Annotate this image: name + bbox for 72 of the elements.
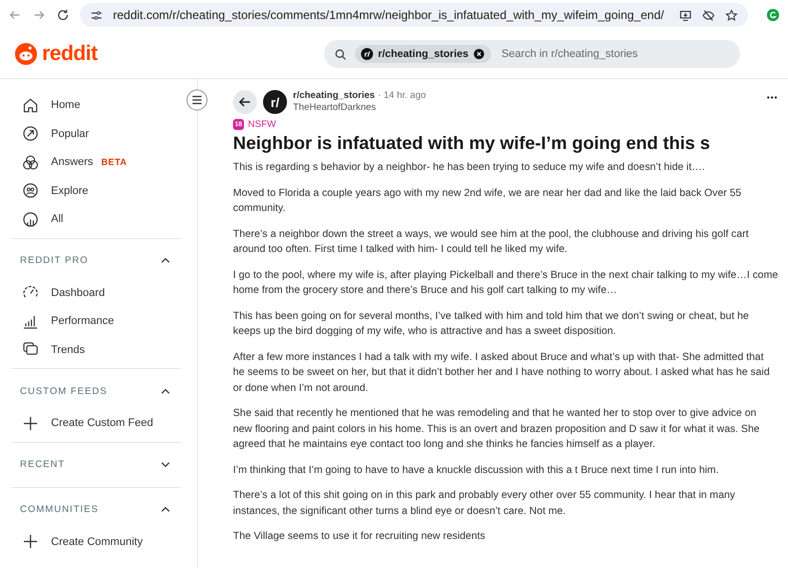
sidebar-item[interactable]: Answers BETA [12, 148, 181, 176]
reload-icon[interactable] [56, 8, 70, 22]
subreddit-name[interactable]: r/cheating_stories [293, 90, 375, 101]
sidebar-item[interactable]: Popular [12, 120, 181, 148]
item-label: Create Community [51, 536, 143, 548]
section-header[interactable]: RECENT [12, 446, 181, 482]
item-label: Trends [51, 344, 85, 356]
subreddit-avatar-icon [361, 48, 373, 60]
post-paragraph: Moved to Florida a couple years ago with my new 2nd wife, we are near her dad and like the laid back Over 55 community. [233, 186, 742, 216]
post-paragraph: This has been going on for several months, I’ve talked with him and told him that we don’t swing or cheat, but he keeps up the bird dogging of my wife, who is attractive and has a sweet disposition. [233, 310, 750, 339]
post-paragraph: She said that recently he mentioned that he was remodeling and that he wanted her to stop over to give advice on new flooring and paint colors in his home. This is an overt and brazen proposition and D saw it for what it was. She agreed that he maintains eye contact too long and she thinks he fancies himself as a player. [233, 407, 761, 452]
post-paragraph: After a few more instances I had a talk with my wife. I asked about Bruce and what’s up with that- She admitted that he seems to be sweet on her, but that it didn’t bother her and I have nothing to worry about. I asked what has he said or done when I’m not around. [233, 350, 771, 396]
beta-label: BETA [101, 157, 128, 168]
address-bar[interactable]: reddit.com/r/cheating_stories/comments/1mn4mrw/neighbor_is_infatuated_with_my_wifeim_going_end/ [80, 3, 748, 27]
section-header[interactable]: REDDIT PRO [12, 242, 181, 278]
item-label: Dashboard [51, 286, 105, 299]
snoo-logo-icon[interactable] [14, 42, 38, 66]
sidebar-item[interactable]: Trends [12, 336, 181, 364]
chevron-down-icon[interactable] [160, 459, 171, 470]
subreddit-chip[interactable]: r/cheating_stories [355, 45, 492, 63]
section-title: RECENT [20, 459, 66, 470]
post-age: · 14 hr. ago [378, 90, 426, 101]
item-label: Answers [51, 156, 94, 168]
plus-icon [22, 533, 39, 550]
sidebar-item[interactable]: Create Community [12, 528, 181, 556]
item-label: Create Custom Feed [51, 417, 154, 430]
section-title: REDDIT PRO [20, 255, 88, 266]
explore-icon [22, 182, 39, 200]
section-title: COMMUNITIES [20, 504, 99, 515]
close-icon[interactable] [473, 48, 486, 60]
menu-icon[interactable] [186, 89, 208, 111]
search-icon [334, 48, 347, 60]
answers-icon [22, 154, 39, 171]
sidebar-item[interactable]: Home [12, 91, 181, 120]
forward-icon[interactable] [32, 8, 46, 22]
post-paragraph: This is regarding s behavior by a neighbor- he has been trying to seduce my wife and doesn’t hide it…. [233, 161, 706, 175]
post-paragraph: I go to the pool, where my wife is, after playing Pickelball and there’s Bruce in the next chair talking to my wife…I come home from the grocery store and there’s Bruce and his golf cart talking to my wife… [233, 268, 778, 298]
extension-icon[interactable] [766, 8, 780, 22]
sidebar-item[interactable]: All [12, 205, 181, 234]
install-icon[interactable] [679, 8, 692, 22]
subreddit-avatar[interactable]: r/ [263, 90, 287, 114]
item-label: Popular [51, 128, 89, 140]
item-label: Home [51, 99, 80, 112]
chip-label: r/cheating_stories [378, 48, 468, 60]
sidebar-item[interactable]: Explore [12, 176, 181, 205]
eye-slash-icon[interactable] [702, 8, 715, 22]
site-settings-icon[interactable] [90, 8, 103, 22]
plus-icon [22, 414, 39, 432]
item-label: Performance [51, 315, 114, 328]
post-paragraph: The Village seems to use it for recruiting new residents [233, 530, 486, 544]
more-options-icon[interactable] [766, 95, 778, 100]
back-icon[interactable] [8, 8, 22, 22]
post-paragraph: There’s a lot of this shit going on in this park and probably every other over 55 community. I hear that in many instances, the significant other turns a blind eye or doesn’t care. Not me. [233, 489, 736, 518]
section-title: CUSTOM FEEDS [20, 386, 108, 396]
home-icon [22, 96, 39, 114]
section-header[interactable]: COMMUNITIES [12, 492, 181, 528]
post-paragraph: I’m thinking that I’m going to have to have a knuckle discussion with this a t Bruce next time I run into him. [233, 464, 720, 478]
author-name[interactable]: TheHeartofDarknes [293, 102, 426, 114]
star-icon[interactable] [725, 8, 738, 22]
sidebar-item[interactable]: Dashboard [12, 278, 181, 307]
section-header[interactable]: CUSTOM FEEDS [12, 373, 181, 409]
all-icon [22, 210, 39, 228]
popular-icon [22, 125, 39, 142]
item-label: Explore [51, 184, 88, 197]
url-text: reddit.com/r/cheating_stories/comments/1mn4mrw/neighbor_is_infatuated_with_my_wifeim_going_end/ [113, 8, 664, 22]
item-label: All [51, 213, 64, 226]
post-title: Neighbor is infatuated with my wife-I’m going end this s [233, 133, 712, 154]
nsfw-tag: NSFW [248, 119, 276, 130]
post-paragraph: There’s a neighbor down the street a ways, we would see him at the pool, the clubhouse and driving his golf cart around too often. First time I talked with him- I could tell he liked my wife. [233, 228, 750, 257]
sidebar-item[interactable]: Performance [12, 307, 181, 336]
search-field[interactable]: r/cheating_stories Search in r/cheating_stories [324, 40, 740, 68]
sidebar-item[interactable]: Create Custom Feed [12, 409, 181, 438]
